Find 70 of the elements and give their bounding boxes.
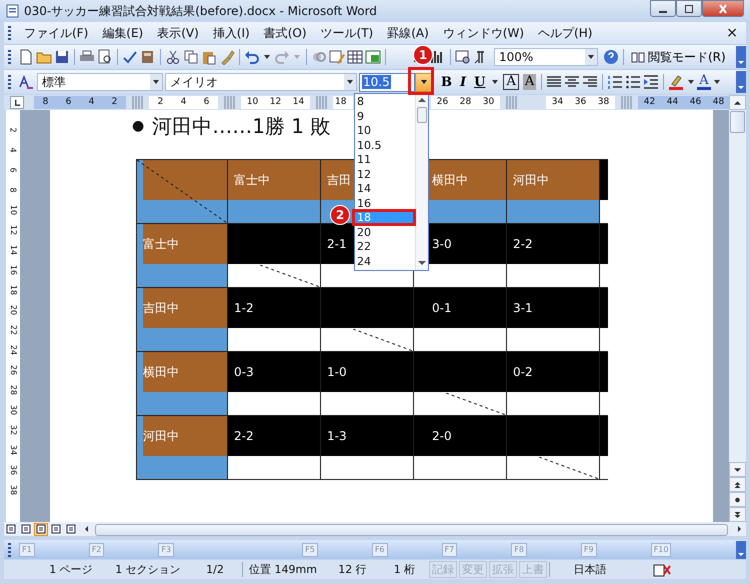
table-cell: 吉田中 <box>136 288 228 351</box>
ruler-number: 30 <box>8 404 19 416</box>
ruler-number: 4 <box>8 147 19 153</box>
status-item: 拡張 <box>489 561 517 578</box>
ruler-number: 6 <box>64 96 72 109</box>
ruler-number: 22 <box>8 324 19 336</box>
ruler-number: 34 <box>550 96 564 109</box>
table-cell: 河田中 <box>136 416 228 479</box>
table-cell: 河田中 <box>507 160 600 223</box>
ruler-number: 2 <box>8 127 19 133</box>
ruler-number: 44 <box>666 96 680 109</box>
ruler-number: 2 <box>156 96 164 109</box>
ruler-number: 16 <box>8 264 19 276</box>
bullet: ● <box>132 118 144 134</box>
table-cell: 0-3 <box>228 352 321 415</box>
ruler-number: 18 <box>334 96 348 109</box>
ruler-number: 6 <box>202 96 210 109</box>
status-item: 日本語 <box>549 562 630 577</box>
ruler-number: 4 <box>88 96 96 109</box>
status-item: 位置 149mm <box>242 562 323 577</box>
ruler-number: 26 <box>436 96 450 109</box>
ruler-number: 46 <box>688 96 702 109</box>
ruler-number: 12 <box>268 96 282 109</box>
status-item: 1 セクション <box>114 562 182 577</box>
status-item: 1/2 <box>205 563 225 576</box>
ruler-number: 24 <box>8 344 19 356</box>
ruler-number: 36 <box>8 464 19 476</box>
status-item: 12 行 <box>337 562 368 577</box>
ruler-number: 32 <box>8 424 19 436</box>
ruler-number: 18 <box>8 284 19 296</box>
ruler-number: 28 <box>458 96 472 109</box>
ruler-number: 34 <box>8 444 19 456</box>
ruler-number: 36 <box>574 96 588 109</box>
ruler-number: 6 <box>8 167 19 173</box>
status-item: 変更 <box>459 561 487 578</box>
table-cell: 2-2 <box>507 224 600 287</box>
ruler-number: 12 <box>8 224 19 236</box>
table-cell: 2-0 <box>414 416 507 479</box>
status-item: 上書 <box>519 561 547 578</box>
ruler-number: 14 <box>8 244 19 256</box>
ruler-number: 8 <box>42 96 50 109</box>
table-cell: 2-2 <box>228 416 321 479</box>
status-item: 1 ページ <box>48 562 94 577</box>
status-item: 記録 <box>429 561 457 578</box>
ruler-number: 38 <box>596 96 610 109</box>
table-cell: 0-2 <box>507 352 600 415</box>
table-cell: 1-3 <box>321 416 414 479</box>
ruler-number: 4 <box>180 96 188 109</box>
status-item: 1 桁 <box>392 562 416 577</box>
ruler-number: 28 <box>8 384 19 396</box>
heading-text: 河田中……1勝 1 敗 <box>152 112 330 140</box>
table-cell: 富士中 <box>228 160 321 223</box>
ruler-number: 48 <box>712 96 726 109</box>
table-cell: 1-2 <box>228 288 321 351</box>
window-title: 030-サッカー練習試合対戦結果(before).docx - Microsoft Word <box>24 2 377 20</box>
ruler-number: 26 <box>8 364 19 376</box>
ruler-number: 42 <box>642 96 656 109</box>
ruler-number: 30 <box>482 96 496 109</box>
ruler-number: 14 <box>292 96 306 109</box>
table-cell: 0-1 <box>414 288 507 351</box>
table-cell: 1-0 <box>321 352 414 415</box>
table-cell: 横田中 <box>136 352 228 415</box>
ruler-number: 8 <box>8 187 19 193</box>
table-cell: 富士中 <box>136 224 228 287</box>
ruler-number: 10 <box>8 204 19 216</box>
ruler-number: 20 <box>8 304 19 316</box>
ruler-number: 38 <box>8 484 19 496</box>
ruler-number: 2 <box>110 96 118 109</box>
table-cell: 3-1 <box>507 288 600 351</box>
ruler-number: 10 <box>246 96 260 109</box>
